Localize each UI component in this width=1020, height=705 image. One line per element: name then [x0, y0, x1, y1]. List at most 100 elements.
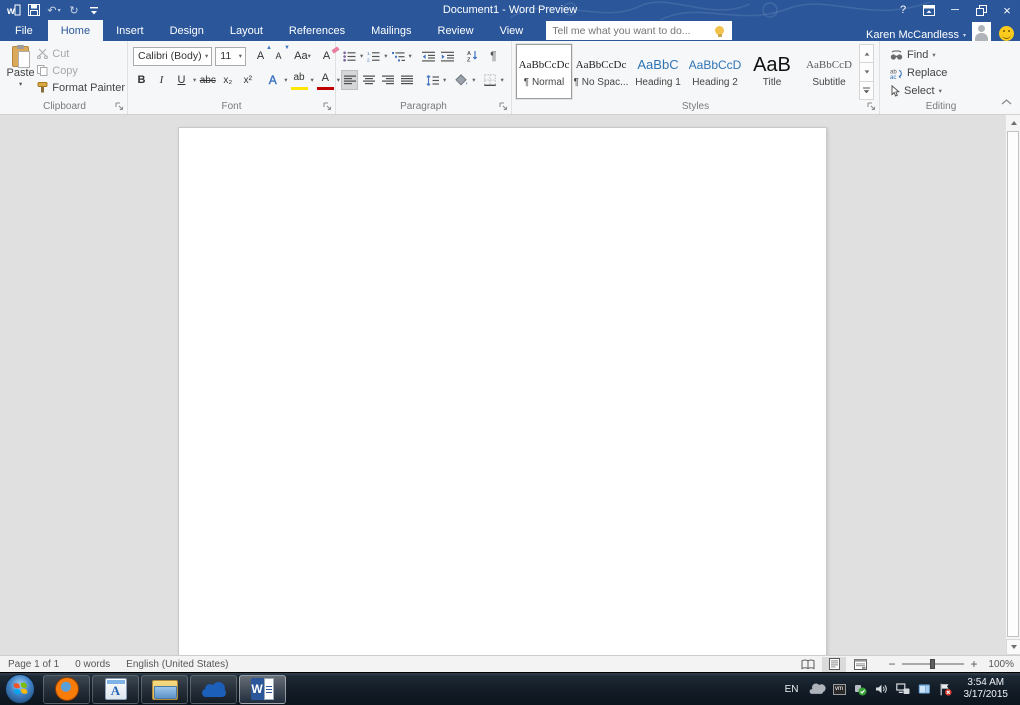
tray-safely-remove-hardware-icon[interactable] [854, 683, 867, 696]
avatar[interactable] [972, 22, 991, 41]
styles-scroll-down-button[interactable] [859, 62, 874, 81]
zoom-out-button[interactable]: − [888, 657, 896, 671]
styles-dialog-launcher[interactable] [867, 102, 876, 111]
text-effects-button[interactable]: A [264, 70, 281, 90]
clear-formatting-button[interactable]: A [318, 46, 335, 66]
vertical-scrollbar[interactable] [1005, 115, 1020, 655]
text-effects-dropdown-arrow[interactable]: ▾ [284, 76, 287, 84]
shrink-font-button[interactable]: A▼ [270, 46, 287, 66]
tab-mailings[interactable]: Mailings [358, 20, 424, 41]
borders-button[interactable] [482, 70, 499, 90]
text-highlight-color-button[interactable]: ab [291, 70, 308, 90]
tray-onedrive-icon[interactable] [808, 685, 822, 694]
tray-network-icon[interactable] [896, 683, 910, 695]
scroll-down-button[interactable] [1006, 639, 1020, 655]
bullets-button[interactable] [341, 46, 358, 66]
bullets-dropdown-arrow[interactable]: ▾ [360, 52, 363, 60]
scrollbar-thumb[interactable] [1007, 131, 1019, 637]
read-mode-button[interactable] [796, 657, 820, 672]
style-title[interactable]: AaB Title [744, 44, 800, 99]
find-dropdown-arrow[interactable]: ▾ [932, 51, 935, 59]
multilevel-list-button[interactable] [390, 46, 407, 66]
subscript-button[interactable]: x₂ [219, 70, 236, 90]
replace-button[interactable]: abac Replace [888, 64, 1002, 82]
save-button[interactable] [26, 2, 42, 18]
show-hide-paragraph-marks-button[interactable]: ¶ [485, 46, 502, 66]
tray-action-center-flag-icon[interactable] [939, 683, 952, 696]
paragraph-dialog-launcher[interactable] [499, 102, 508, 111]
tray-app-window-icon[interactable] [918, 683, 931, 695]
ribbon-display-options-button[interactable] [916, 0, 942, 20]
tab-review[interactable]: Review [425, 20, 487, 41]
style-no-spacing[interactable]: AaBbCcDc ¶ No Spac... [573, 44, 629, 99]
justify-button[interactable] [398, 70, 415, 90]
document-page[interactable] [178, 127, 827, 655]
shading-dropdown-arrow[interactable]: ▾ [472, 76, 475, 84]
font-size-combo[interactable]: 11▾ [215, 47, 246, 66]
style-heading-1[interactable]: AaBbC Heading 1 [630, 44, 686, 99]
grow-font-button[interactable]: A▲ [252, 46, 269, 66]
decrease-indent-button[interactable] [420, 46, 437, 66]
font-color-button[interactable]: A [317, 70, 334, 90]
scroll-up-button[interactable] [1006, 115, 1020, 131]
clipboard-dialog-launcher[interactable] [115, 102, 124, 111]
font-family-combo[interactable]: Calibri (Body)▾ [133, 47, 212, 66]
tell-me-input[interactable] [547, 25, 715, 37]
bold-button[interactable]: B [133, 70, 150, 90]
align-center-button[interactable] [360, 70, 377, 90]
borders-dropdown-arrow[interactable]: ▾ [501, 76, 504, 84]
redo-button[interactable]: ↻ [66, 2, 82, 18]
paste-dropdown-arrow[interactable]: ▾ [19, 80, 22, 88]
style-subtitle[interactable]: AaBbCcD Subtitle [801, 44, 857, 99]
styles-more-button[interactable] [859, 81, 874, 100]
help-button[interactable]: ? [890, 0, 916, 20]
taskbar-onedrive-button[interactable] [190, 675, 237, 704]
web-layout-button[interactable] [848, 657, 872, 672]
print-layout-button[interactable] [822, 657, 846, 672]
zoom-slider-thumb[interactable] [930, 659, 935, 669]
numbering-button[interactable]: 1.2. [365, 46, 382, 66]
line-spacing-dropdown-arrow[interactable]: ▾ [443, 76, 446, 84]
font-dialog-launcher[interactable] [323, 102, 332, 111]
sort-button[interactable]: AZ [464, 46, 481, 66]
style-heading-2[interactable]: AaBbCcD Heading 2 [687, 44, 743, 99]
shading-button[interactable] [453, 70, 470, 90]
tab-references[interactable]: References [276, 20, 358, 41]
taskbar-word-button[interactable]: W [239, 675, 286, 704]
minimize-button[interactable]: ─ [942, 0, 968, 20]
customize-quick-access-toolbar-button[interactable] [86, 2, 102, 18]
undo-button[interactable]: ↶▾ [46, 2, 62, 18]
copy-button[interactable]: Copy [35, 62, 127, 79]
format-painter-button[interactable]: Format Painter [35, 79, 127, 96]
multilevel-dropdown-arrow[interactable]: ▾ [409, 52, 412, 60]
numbering-dropdown-arrow[interactable]: ▾ [384, 52, 387, 60]
find-button[interactable]: Find ▾ [888, 46, 1002, 64]
tab-insert[interactable]: Insert [103, 20, 157, 41]
taskbar-document-viewer-button[interactable]: A [92, 675, 139, 704]
select-dropdown-arrow[interactable]: ▾ [939, 87, 942, 95]
tab-design[interactable]: Design [157, 20, 217, 41]
underline-dropdown-arrow[interactable]: ▾ [193, 76, 196, 84]
zoom-in-button[interactable]: + [970, 657, 978, 671]
italic-button[interactable]: I [153, 70, 170, 90]
word-count[interactable]: 0 words [67, 659, 118, 670]
taskbar-firefox-button[interactable] [43, 675, 90, 704]
collapse-ribbon-button[interactable] [1001, 92, 1012, 110]
superscript-button[interactable]: x² [239, 70, 256, 90]
account-menu[interactable]: Karen McCandless ▾ [866, 29, 972, 41]
highlight-dropdown-arrow[interactable]: ▾ [311, 76, 314, 84]
taskbar-explorer-button[interactable] [141, 675, 188, 704]
tab-file[interactable]: File [0, 20, 48, 41]
underline-button[interactable]: U [173, 70, 190, 90]
start-button[interactable] [5, 674, 35, 704]
page-count[interactable]: Page 1 of 1 [0, 659, 67, 670]
select-button[interactable]: Select ▾ [888, 82, 1002, 100]
change-case-button[interactable]: Aa▾ [294, 46, 311, 66]
feedback-smiley-icon[interactable] [999, 26, 1014, 41]
tray-vm-icon[interactable]: vm [833, 684, 846, 695]
close-button[interactable]: × [994, 0, 1020, 20]
language-bar[interactable]: EN [785, 684, 799, 695]
tab-view[interactable]: View [487, 20, 537, 41]
cut-button[interactable]: Cut [35, 45, 127, 62]
language-indicator[interactable]: English (United States) [118, 659, 236, 670]
